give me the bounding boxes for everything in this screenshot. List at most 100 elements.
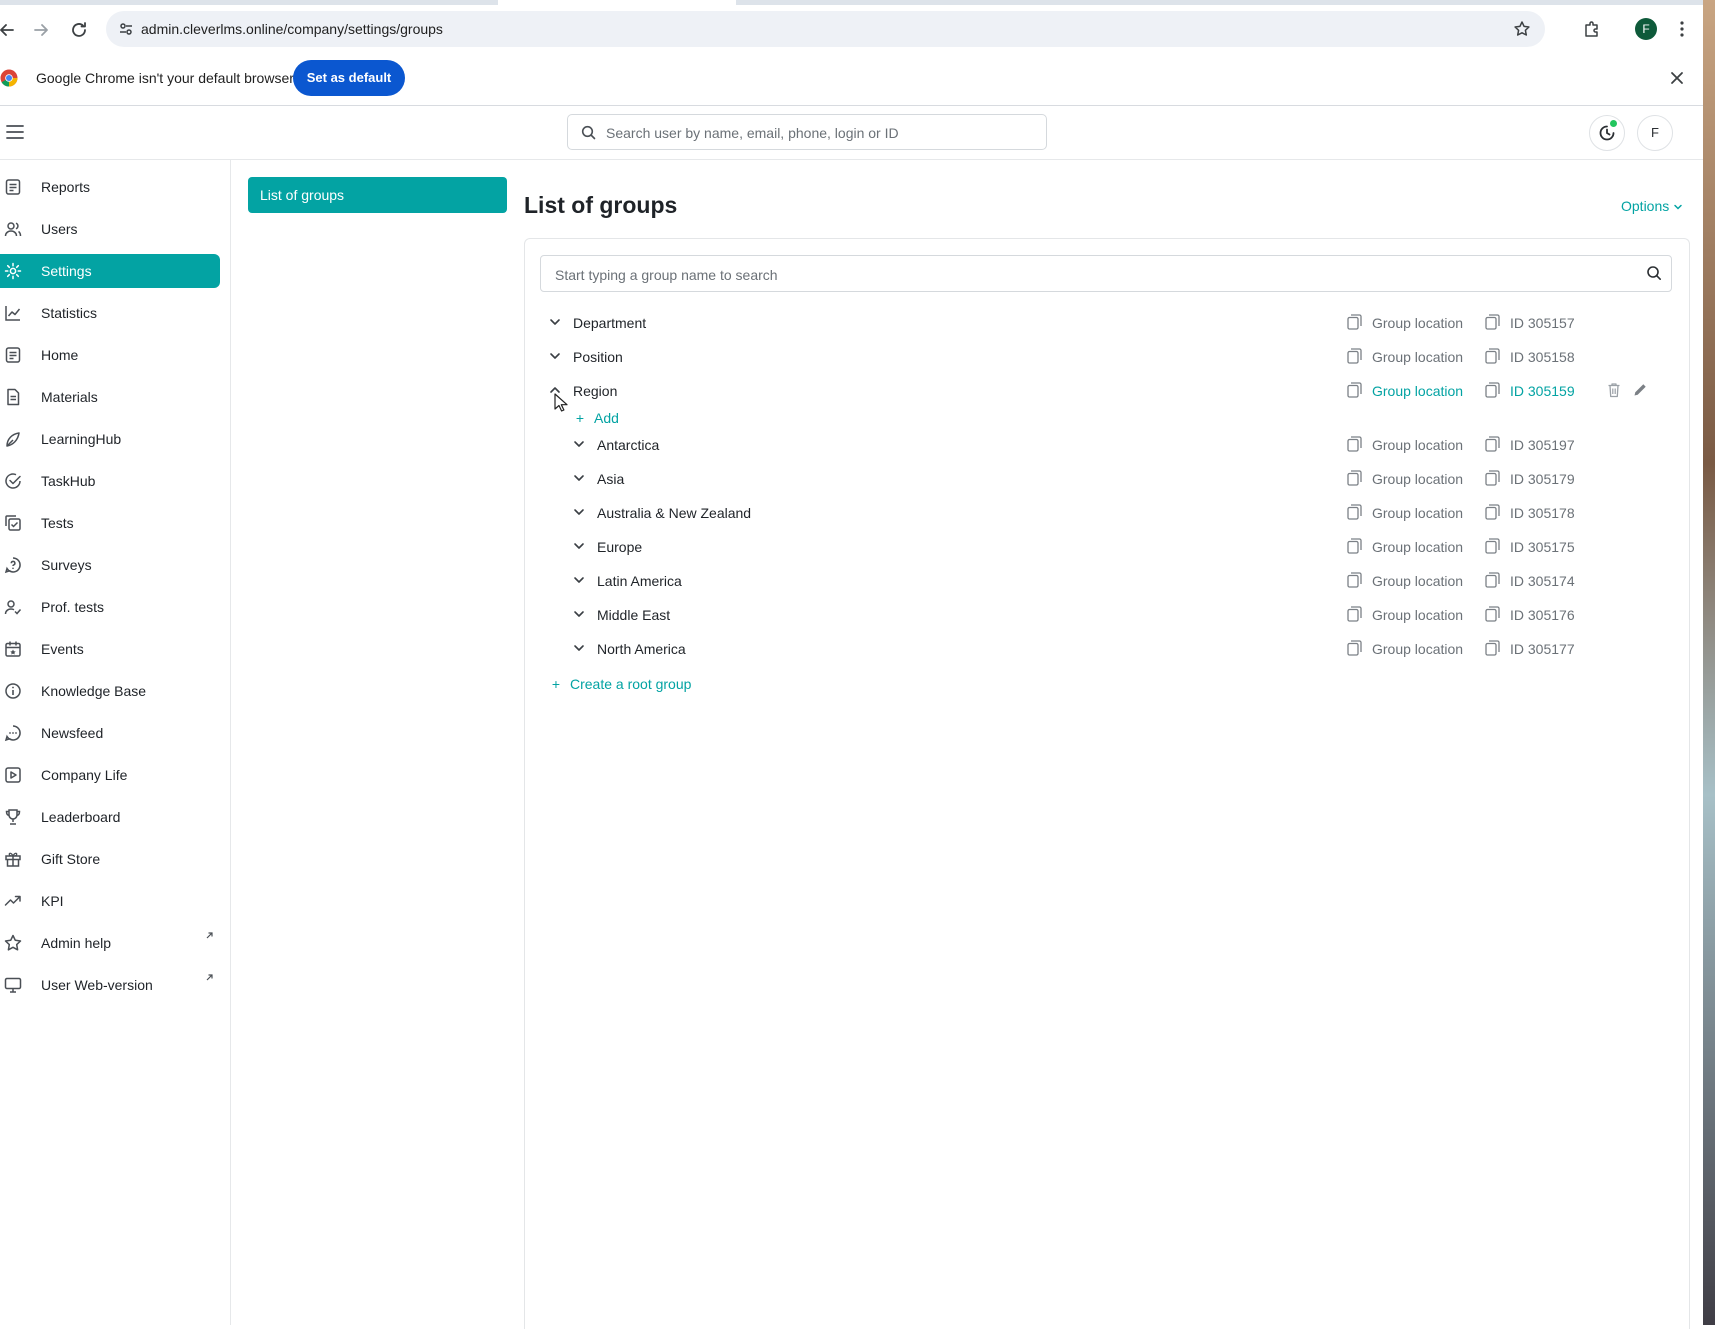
copy-icon[interactable] [1347, 436, 1362, 452]
sidebar-item-materials[interactable]: Materials [0, 380, 220, 414]
forward-arrow-icon[interactable] [30, 19, 52, 41]
group-location-link[interactable]: Group location [1372, 315, 1463, 331]
group-row-position[interactable]: Position Group location ID 305158 [540, 343, 1680, 371]
sidebar-item-surveys[interactable]: Surveys [0, 548, 220, 582]
copy-icon[interactable] [1485, 382, 1500, 398]
group-id[interactable]: ID 305197 [1510, 437, 1575, 453]
chevron-down-icon[interactable] [572, 505, 586, 519]
sidebar-item-leaderboard[interactable]: Leaderboard [0, 800, 220, 834]
group-id[interactable]: ID 305176 [1510, 607, 1575, 623]
sidebar-item-learninghub[interactable]: LearningHub [0, 422, 220, 456]
group-search-input[interactable] [553, 264, 1637, 286]
chevron-down-icon[interactable] [548, 315, 562, 329]
sidebar-item-reports[interactable]: Reports [0, 170, 220, 204]
group-id[interactable]: ID 305174 [1510, 573, 1575, 589]
back-arrow-icon[interactable] [0, 19, 18, 41]
group-name[interactable]: Europe [597, 539, 642, 555]
sidebar-item-prof-tests[interactable]: Prof. tests [0, 590, 220, 624]
group-name[interactable]: Antarctica [597, 437, 659, 453]
sidebar-item-kpi[interactable]: KPI [0, 884, 220, 918]
chevron-down-icon[interactable] [572, 471, 586, 485]
browser-profile-avatar[interactable]: F [1635, 18, 1657, 40]
chevron-down-icon[interactable] [572, 539, 586, 553]
group-name[interactable]: Position [573, 349, 623, 365]
add-subgroup-button[interactable]: + Add [574, 410, 619, 426]
copy-icon[interactable] [1347, 382, 1362, 398]
group-location-link[interactable]: Group location [1372, 471, 1463, 487]
group-row-middle-east[interactable]: Middle East Group location ID 305176 [540, 601, 1680, 629]
copy-icon[interactable] [1347, 640, 1362, 656]
browser-menu-icon[interactable] [1675, 18, 1689, 40]
copy-icon[interactable] [1347, 606, 1362, 622]
url-text[interactable]: admin.cleverlms.online/company/settings/… [141, 21, 443, 37]
search-icon[interactable] [1646, 265, 1662, 281]
group-row-antarctica[interactable]: Antarctica Group location ID 305197 [540, 431, 1680, 459]
sidebar-item-settings[interactable]: Settings [0, 254, 220, 288]
reload-icon[interactable] [68, 19, 90, 41]
options-dropdown[interactable]: Options [1621, 198, 1683, 214]
sidebar-item-tests[interactable]: Tests [0, 506, 220, 540]
subnav-item-list-of-groups[interactable]: List of groups [248, 177, 507, 213]
sidebar-item-knowledge-base[interactable]: Knowledge Base [0, 674, 220, 708]
group-location-link[interactable]: Group location [1372, 383, 1463, 399]
group-row-latin-america[interactable]: Latin America Group location ID 305174 [540, 567, 1680, 595]
copy-icon[interactable] [1485, 504, 1500, 520]
sidebar-item-gift-store[interactable]: Gift Store [0, 842, 220, 876]
group-location-link[interactable]: Group location [1372, 349, 1463, 365]
notifications-button[interactable] [1589, 115, 1625, 151]
copy-icon[interactable] [1485, 606, 1500, 622]
chevron-down-icon[interactable] [572, 437, 586, 451]
group-name[interactable]: North America [597, 641, 686, 657]
copy-icon[interactable] [1347, 572, 1362, 588]
chevron-down-icon[interactable] [572, 607, 586, 621]
set-as-default-button[interactable]: Set as default [293, 60, 405, 96]
copy-icon[interactable] [1485, 538, 1500, 554]
copy-icon[interactable] [1485, 640, 1500, 656]
group-id[interactable]: ID 305178 [1510, 505, 1575, 521]
group-row-department[interactable]: Department Group location ID 305157 [540, 309, 1680, 337]
group-id[interactable]: ID 305175 [1510, 539, 1575, 555]
extensions-puzzle-icon[interactable] [1582, 19, 1602, 39]
copy-icon[interactable] [1347, 504, 1362, 520]
copy-icon[interactable] [1347, 470, 1362, 486]
group-row-region[interactable]: Region Group location ID 305159 [540, 377, 1680, 405]
sidebar-item-admin-help[interactable]: Admin help [0, 926, 220, 960]
create-root-group-button[interactable]: + Create a root group [550, 676, 692, 692]
group-location-link[interactable]: Group location [1372, 539, 1463, 555]
group-name[interactable]: Asia [597, 471, 624, 487]
group-search-box[interactable] [540, 255, 1672, 292]
group-row-europe[interactable]: Europe Group location ID 305175 [540, 533, 1680, 561]
sidebar-item-newsfeed[interactable]: Newsfeed [0, 716, 220, 750]
group-location-link[interactable]: Group location [1372, 641, 1463, 657]
user-search-box[interactable] [567, 114, 1047, 150]
menu-hamburger-icon[interactable] [5, 124, 25, 140]
chevron-down-icon[interactable] [548, 349, 562, 363]
sidebar-item-company-life[interactable]: Company Life [0, 758, 220, 792]
group-name[interactable]: Latin America [597, 573, 682, 589]
group-id[interactable]: ID 305159 [1510, 383, 1575, 399]
address-bar[interactable]: admin.cleverlms.online/company/settings/… [106, 11, 1545, 47]
group-name[interactable]: Middle East [597, 607, 670, 623]
group-id[interactable]: ID 305179 [1510, 471, 1575, 487]
group-id[interactable]: ID 305158 [1510, 349, 1575, 365]
trash-icon[interactable] [1607, 382, 1621, 398]
sidebar-item-statistics[interactable]: Statistics [0, 296, 220, 330]
copy-icon[interactable] [1485, 348, 1500, 364]
copy-icon[interactable] [1347, 314, 1362, 330]
group-row-asia[interactable]: Asia Group location ID 305179 [540, 465, 1680, 493]
copy-icon[interactable] [1485, 314, 1500, 330]
bookmark-star-icon[interactable] [1513, 20, 1531, 38]
sidebar-item-home[interactable]: Home [0, 338, 220, 372]
group-location-link[interactable]: Group location [1372, 437, 1463, 453]
group-name[interactable]: Department [573, 315, 646, 331]
group-name[interactable]: Australia & New Zealand [597, 505, 751, 521]
copy-icon[interactable] [1347, 348, 1362, 364]
group-location-link[interactable]: Group location [1372, 607, 1463, 623]
user-avatar[interactable]: F [1637, 115, 1673, 151]
pencil-icon[interactable] [1632, 382, 1648, 398]
chevron-down-icon[interactable] [572, 573, 586, 587]
group-row-north-america[interactable]: North America Group location ID 305177 [540, 635, 1680, 663]
sidebar-item-users[interactable]: Users [0, 212, 220, 246]
site-settings-icon[interactable] [118, 21, 134, 37]
copy-icon[interactable] [1485, 470, 1500, 486]
